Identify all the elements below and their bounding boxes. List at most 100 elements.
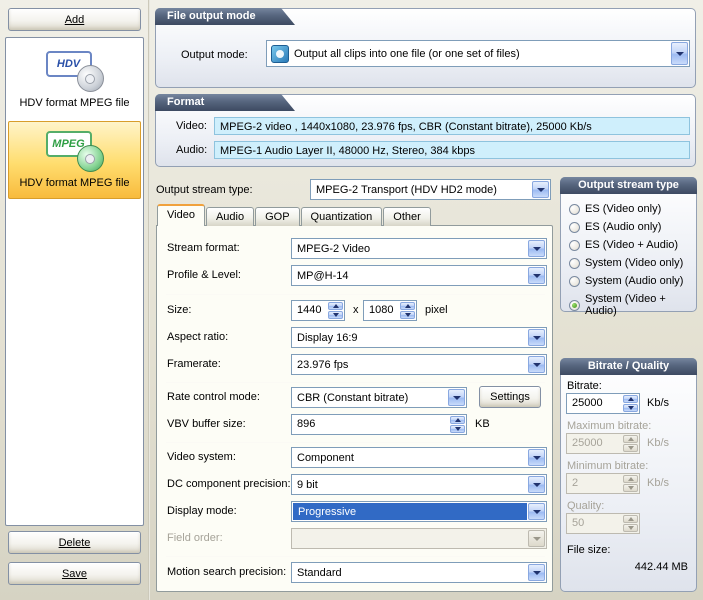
tab-gop[interactable]: GOP xyxy=(255,207,299,226)
combo-dropdown-button[interactable] xyxy=(528,329,545,346)
spin-down-icon xyxy=(405,313,411,317)
tab-quantization[interactable]: Quantization xyxy=(301,207,383,226)
sidebar-divider xyxy=(148,0,150,600)
spin-down-button xyxy=(623,484,638,492)
spin-up-button[interactable] xyxy=(328,302,343,310)
dc-precision-combobox[interactable]: 9 bit xyxy=(291,474,547,495)
aspect-ratio-label: Aspect ratio: xyxy=(167,331,228,343)
spin-up-button xyxy=(623,475,638,483)
chevron-down-icon xyxy=(533,274,541,278)
vbv-buffer-stepper[interactable]: 896 xyxy=(291,414,467,435)
motion-search-combobox[interactable]: Standard xyxy=(291,562,547,583)
combo-dropdown-button[interactable] xyxy=(528,476,545,493)
combo-dropdown-button[interactable] xyxy=(528,240,545,257)
min-bitrate-label: Minimum bitrate: xyxy=(567,460,648,472)
radio-label: System (Audio only) xyxy=(585,275,683,287)
output-stream-type-combobox[interactable]: MPEG-2 Transport (HDV HD2 mode) xyxy=(310,179,551,200)
radio-selected-icon xyxy=(569,300,580,311)
tab-other[interactable]: Other xyxy=(383,207,431,226)
combo-dropdown-button[interactable] xyxy=(528,356,545,373)
radio-system-audio-only[interactable]: System (Audio only) xyxy=(569,275,683,287)
radio-system-video-only[interactable]: System (Video only) xyxy=(569,257,683,269)
separator xyxy=(166,294,545,295)
output-mode-label: Output mode: xyxy=(181,49,248,61)
output-mode-combobox[interactable]: Output all clips into one file (or one s… xyxy=(266,40,690,67)
video-system-combobox[interactable]: Component xyxy=(291,447,547,468)
size-width-stepper[interactable]: 1440 xyxy=(291,300,345,321)
radio-system-video-audio[interactable]: System (Video + Audio) xyxy=(569,293,696,317)
combo-dropdown-button[interactable] xyxy=(671,42,688,65)
separator xyxy=(166,442,545,443)
output-stream-type-value: MPEG-2 Transport (HDV HD2 mode) xyxy=(311,184,531,196)
list-item-mpeg-selected[interactable]: MPEG HDV format MPEG file xyxy=(8,121,141,199)
profile-level-combobox[interactable]: MP@H-14 xyxy=(291,265,547,286)
min-bitrate-unit-label: Kb/s xyxy=(647,477,669,489)
delete-button-label: Delete xyxy=(59,537,91,549)
format-audio-value: MPEG-1 Audio Layer II, 48000 Hz, Stereo,… xyxy=(214,141,690,159)
file-size-label: File size: xyxy=(567,544,610,556)
delete-button[interactable]: Delete xyxy=(8,531,141,554)
chevron-down-icon xyxy=(533,483,541,487)
combo-dropdown-button[interactable] xyxy=(532,181,549,198)
bitrate-quality-panel: Bitrate / Quality Bitrate: 25000 Kb/s Ma… xyxy=(560,358,697,592)
framerate-label: Framerate: xyxy=(167,358,221,370)
add-button[interactable]: Add xyxy=(8,8,141,31)
spin-up-icon xyxy=(628,437,634,441)
spin-down-button[interactable] xyxy=(400,311,415,319)
radio-es-video-only[interactable]: ES (Video only) xyxy=(569,203,661,215)
chevron-down-icon xyxy=(533,336,541,340)
radio-label: ES (Video + Audio) xyxy=(585,239,678,251)
spin-up-icon xyxy=(628,397,634,401)
chevron-down-icon xyxy=(533,456,541,460)
spin-down-button[interactable] xyxy=(450,425,465,433)
settings-button[interactable]: Settings xyxy=(479,386,541,408)
spin-up-icon xyxy=(628,517,634,521)
spin-up-icon xyxy=(333,304,339,308)
display-mode-value: Progressive xyxy=(293,503,527,520)
combo-dropdown-button[interactable] xyxy=(528,449,545,466)
display-mode-combobox[interactable]: Progressive xyxy=(291,501,547,522)
spin-up-button[interactable] xyxy=(400,302,415,310)
combo-dropdown-button[interactable] xyxy=(448,389,465,406)
bitrate-stepper[interactable]: 25000 xyxy=(566,393,640,414)
quality-label: Quality: xyxy=(567,500,604,512)
format-video-label: Video: xyxy=(176,120,207,132)
clip-list[interactable]: HDV HDV format MPEG file MPEG HDV format… xyxy=(5,37,144,526)
aspect-ratio-combobox[interactable]: Display 16:9 xyxy=(291,327,547,348)
format-panel: Format Video: MPEG-2 video , 1440x1080, … xyxy=(155,94,696,167)
spin-down-button[interactable] xyxy=(328,311,343,319)
tab-audio[interactable]: Audio xyxy=(206,207,254,226)
combo-dropdown-button[interactable] xyxy=(528,503,545,520)
size-unit-label: pixel xyxy=(425,304,448,316)
tab-video[interactable]: Video xyxy=(157,204,205,226)
radio-label: ES (Audio only) xyxy=(585,221,661,233)
rate-control-combobox[interactable]: CBR (Constant bitrate) xyxy=(291,387,467,408)
video-system-value: Component xyxy=(292,452,527,464)
save-button[interactable]: Save xyxy=(8,562,141,585)
settings-button-label: Settings xyxy=(490,391,530,403)
framerate-combobox[interactable]: 23.976 fps xyxy=(291,354,547,375)
size-height-stepper[interactable]: 1080 xyxy=(363,300,417,321)
list-item-label: HDV format MPEG file xyxy=(9,97,140,109)
bitrate-quality-header: Bitrate / Quality xyxy=(560,358,697,375)
spin-down-button[interactable] xyxy=(623,404,638,412)
dc-precision-value: 9 bit xyxy=(292,479,527,491)
spin-up-button[interactable] xyxy=(450,416,465,424)
bitrate-unit-label: Kb/s xyxy=(647,397,669,409)
combo-dropdown-button[interactable] xyxy=(528,267,545,284)
vbv-buffer-label: VBV buffer size: xyxy=(167,418,246,430)
bitrate-value: 25000 xyxy=(572,397,621,409)
max-bitrate-unit-label: Kb/s xyxy=(647,437,669,449)
settings-tab-bar: Video Audio GOP Quantization Other xyxy=(157,204,432,226)
radio-es-audio-only[interactable]: ES (Audio only) xyxy=(569,221,661,233)
dc-precision-label: DC component precision: xyxy=(167,478,291,490)
spin-up-button[interactable] xyxy=(623,395,638,403)
format-audio-label: Audio: xyxy=(176,144,207,156)
combo-dropdown-button[interactable] xyxy=(528,564,545,581)
list-item-hdv[interactable]: HDV HDV format MPEG file xyxy=(8,41,141,119)
stream-format-combobox[interactable]: MPEG-2 Video xyxy=(291,238,547,259)
save-button-label: Save xyxy=(62,568,87,580)
radio-es-video-audio[interactable]: ES (Video + Audio) xyxy=(569,239,678,251)
spin-up-icon xyxy=(628,477,634,481)
size-width-value: 1440 xyxy=(297,304,326,316)
